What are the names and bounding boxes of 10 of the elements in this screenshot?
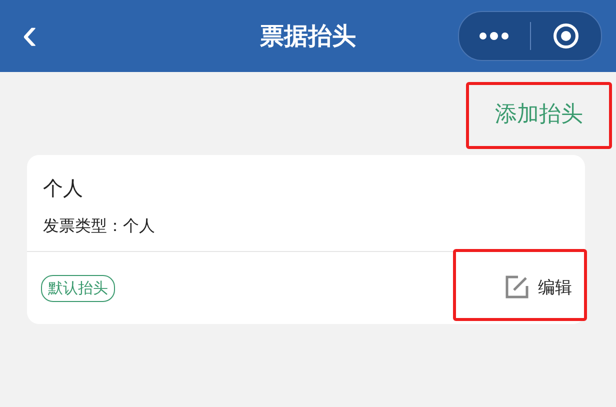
header-name: 个人 xyxy=(43,175,84,202)
edit-button[interactable]: 编辑 xyxy=(456,252,584,318)
default-tag: 默认抬头 xyxy=(41,274,115,302)
more-icon xyxy=(479,32,510,40)
invoice-type: 发票类型：个人 xyxy=(43,216,156,237)
edit-icon xyxy=(504,274,530,300)
page-title: 票据抬头 xyxy=(260,21,356,52)
add-header-button[interactable]: 添加抬头 xyxy=(469,85,609,146)
back-button[interactable]: ‹ xyxy=(0,10,60,62)
target-icon xyxy=(552,23,579,49)
